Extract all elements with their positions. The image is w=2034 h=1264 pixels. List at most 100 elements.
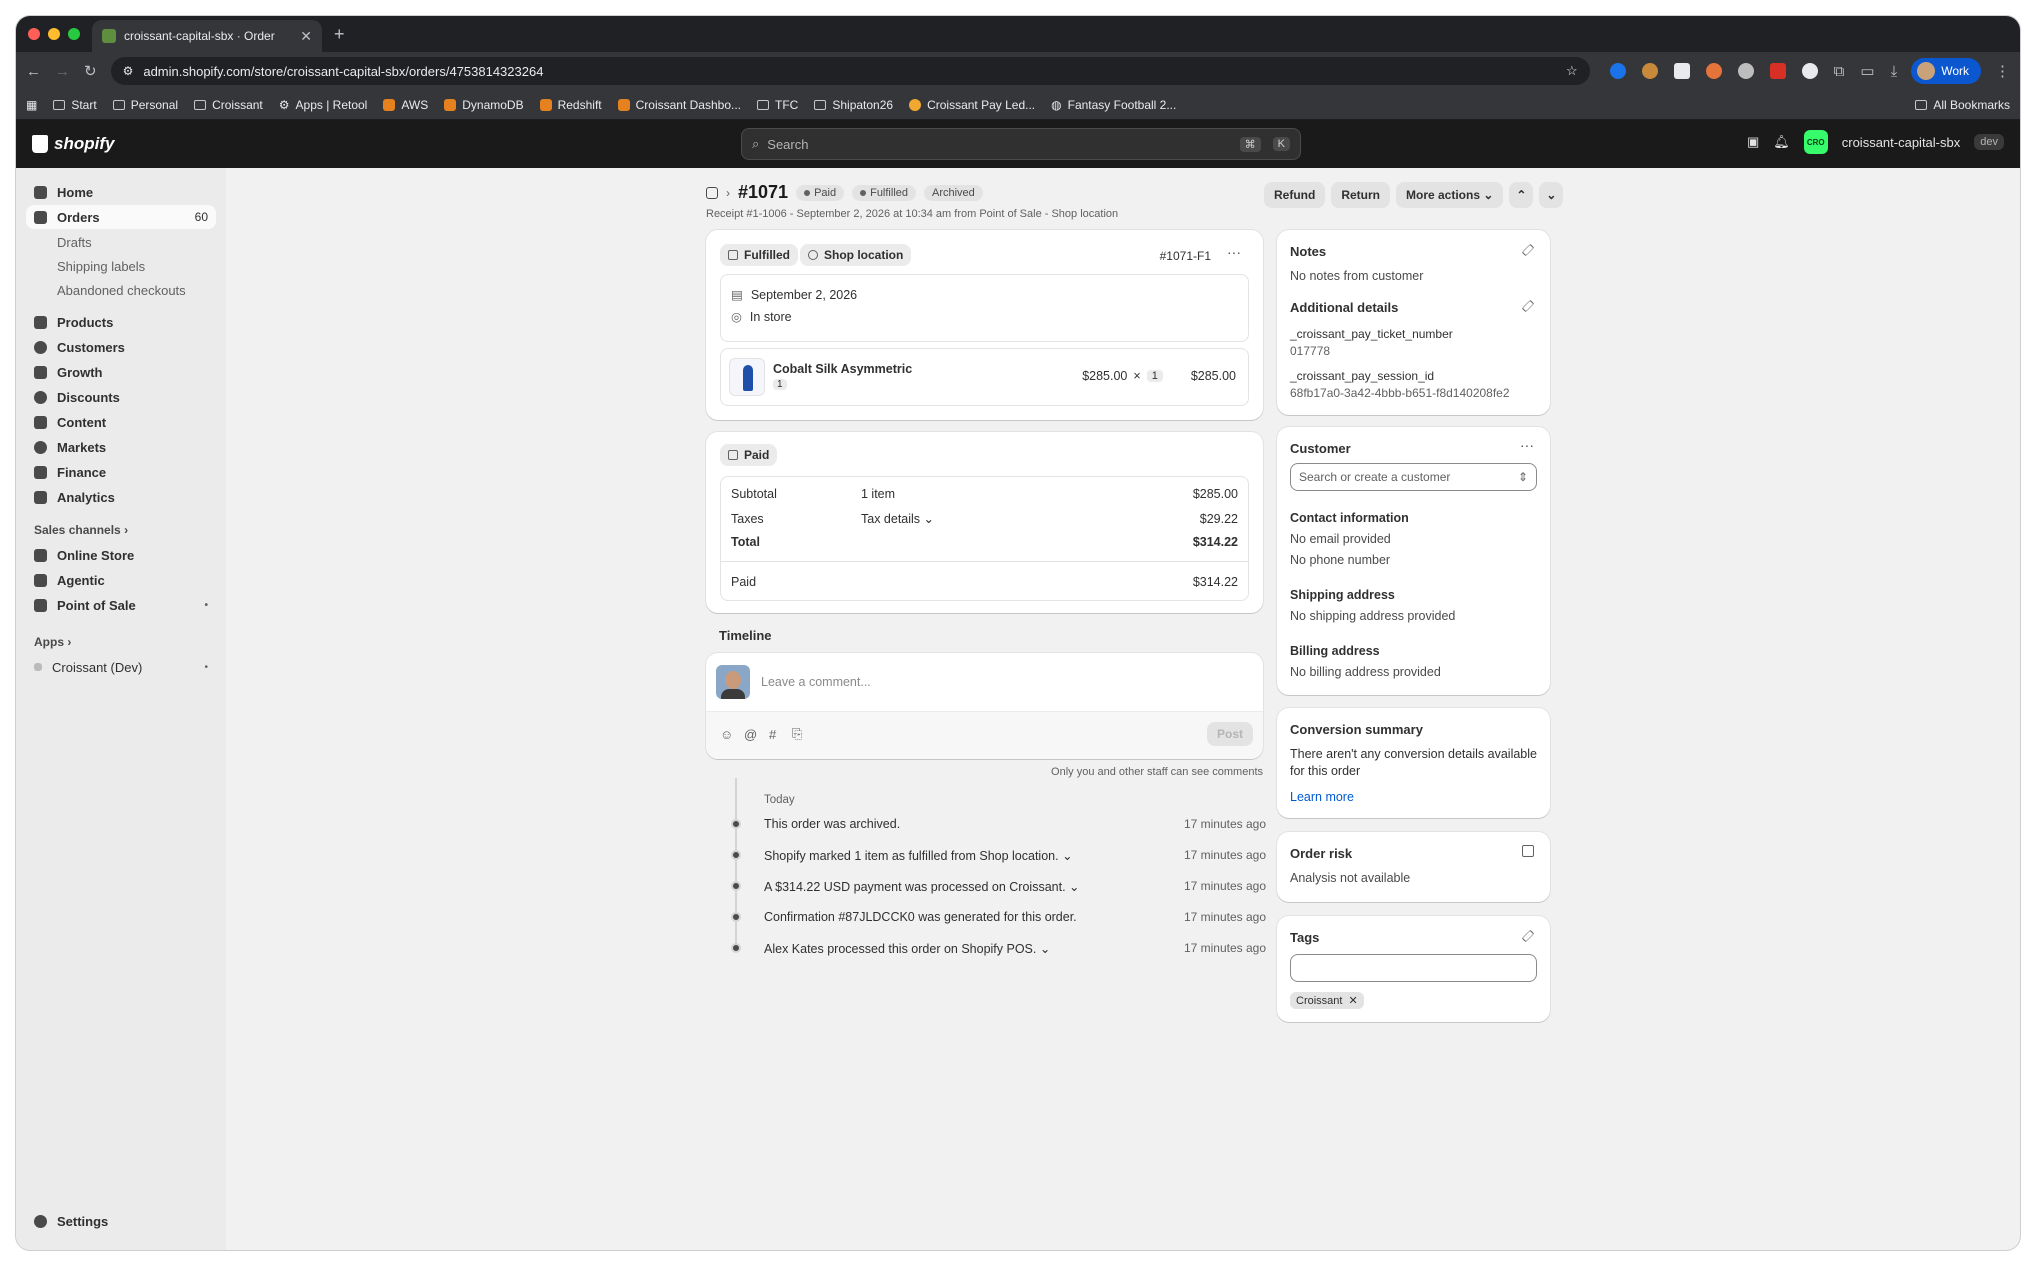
section-label: Sales channels [34,523,121,537]
bookmark-star-icon[interactable]: ☆ [1566,63,1578,79]
shopify-logo[interactable]: shopify [32,134,232,154]
emoji-icon[interactable]: ☺ [720,727,733,742]
bookmark-retool[interactable]: ⚙ Apps | Retool [279,98,368,112]
reload-icon[interactable]: ↻ [84,62,97,80]
bookmark-personal[interactable]: Personal [112,98,178,112]
comment-input[interactable]: Leave a comment... [761,675,871,689]
extension-icon[interactable] [1737,63,1754,79]
learn-more-link[interactable]: Learn more [1290,790,1354,804]
sidebar-item-croissant-dev[interactable]: Croissant (Dev) • [26,655,216,679]
customer-menu-icon[interactable]: ··· [1520,437,1534,453]
download-icon[interactable]: ⤓ [1891,63,1898,80]
timeline-event[interactable]: A $314.22 USD payment was processed on C… [706,876,1266,896]
remove-tag-icon[interactable]: ✕ [1348,994,1357,1007]
event-expandable[interactable]: A $314.22 USD payment was processed on C… [764,879,1080,894]
next-order-button[interactable]: ⌄ [1539,182,1564,208]
bookmark-croissant[interactable]: Croissant [194,98,263,112]
sidebar-item-agentic[interactable]: Agentic [26,568,216,592]
timeline-event[interactable]: Shopify marked 1 item as fulfilled from … [706,845,1266,865]
product-thumbnail[interactable] [729,358,765,396]
new-tab-icon[interactable]: + [334,24,345,45]
previous-order-button[interactable]: ⌃ [1509,182,1534,208]
tax-details-toggle[interactable]: Tax details ⌄ [861,511,1200,526]
bookmark-dynamodb[interactable]: DynamoDB [444,98,524,112]
sidebar-item-analytics[interactable]: Analytics [26,485,216,509]
maximize-window-button[interactable] [68,28,80,40]
bookmark-aws[interactable]: AWS [383,98,428,112]
sidebar-item-home[interactable]: Home [26,180,216,204]
extension-icon[interactable] [1769,63,1786,79]
sidebar-item-customers[interactable]: Customers [26,335,216,359]
risk-report-icon[interactable] [1522,845,1534,857]
store-name[interactable]: croissant-capital-sbx [1842,135,1961,150]
timeline-event[interactable]: Alex Kates processed this order on Shopi… [706,938,1266,958]
chevron-down-icon: ⌄ [1069,879,1080,894]
profile-button[interactable]: Work [1911,58,1981,84]
close-window-button[interactable] [28,28,40,40]
unit-price: $285.00 [1082,369,1128,383]
refund-button[interactable]: Refund [1264,182,1326,208]
sidebar-item-growth[interactable]: Growth [26,360,216,384]
search-input[interactable]: ⌕ Search ⌘ K [741,128,1301,160]
extensions-puzzle-icon[interactable]: ⧉ [1834,63,1845,80]
browser-menu-icon[interactable]: ⋮ [1995,62,2010,80]
fulfillment-menu-icon[interactable]: ··· [1227,244,1241,260]
sidebar-item-discounts[interactable]: Discounts [26,385,216,409]
back-icon[interactable]: ← [26,63,41,80]
bookmark-pay-ledger[interactable]: Croissant Pay Led... [909,98,1035,112]
inbox-icon[interactable]: ▣ [1747,134,1759,150]
tags-input[interactable] [1290,954,1537,982]
cast-icon[interactable]: ▭ [1860,62,1874,80]
forward-icon[interactable]: → [55,63,70,80]
hashtag-icon[interactable]: # [769,727,776,742]
apps-grid-icon[interactable]: ▦ [26,98,37,112]
apps-heading[interactable]: Apps › [26,635,216,649]
post-button[interactable]: Post [1206,722,1253,746]
edit-additional-details-button[interactable] [1521,299,1535,313]
sidebar-item-settings[interactable]: Settings [26,1209,216,1233]
bookmark-tfc[interactable]: TFC [757,98,798,112]
sidebar-item-products[interactable]: Products [26,310,216,334]
bookmark-fantasy[interactable]: ◍ Fantasy Football 2... [1051,98,1176,112]
browser-tab[interactable]: croissant-capital-sbx · Order ✕ [92,20,322,52]
close-tab-icon[interactable]: ✕ [300,28,312,45]
main-content: › #1071 Paid Fulfilled Archived Receipt … [226,168,2020,1250]
event-expandable[interactable]: Shopify marked 1 item as fulfilled from … [764,848,1073,863]
edit-notes-button[interactable] [1521,243,1535,257]
extension-icon[interactable] [1705,63,1722,79]
chart-icon [34,490,47,504]
bell-icon[interactable]: 🔔︎ [1773,134,1790,150]
sidebar-item-orders[interactable]: Orders 60 [26,205,216,229]
sales-channels-heading[interactable]: Sales channels › [26,523,216,537]
sidebar-item-finance[interactable]: Finance [26,460,216,484]
bookmark-redshift[interactable]: Redshift [539,98,602,112]
bookmark-dashboard[interactable]: Croissant Dashbo... [617,98,741,112]
extension-icon[interactable] [1673,63,1690,79]
sidebar-item-online-store[interactable]: Online Store [26,543,216,567]
extension-icon[interactable] [1801,63,1818,79]
bookmark-start[interactable]: Start [53,98,97,112]
bookmark-shipaton[interactable]: Shipaton26 [814,98,893,112]
more-actions-button[interactable]: More actions ⌄ [1396,182,1504,208]
sidebar-item-point-of-sale[interactable]: Point of Sale • [26,593,216,617]
sidebar-item-drafts[interactable]: Drafts [26,230,216,254]
attachment-icon[interactable]: ⎘ [792,726,802,742]
all-bookmarks[interactable]: All Bookmarks [1915,98,2010,112]
site-info-icon[interactable]: ⚙ [123,64,134,78]
sidebar-item-shipping-labels[interactable]: Shipping labels [26,254,216,278]
minimize-window-button[interactable] [48,28,60,40]
sidebar-item-abandoned-checkouts[interactable]: Abandoned checkouts [26,278,216,302]
orders-icon[interactable] [706,186,718,199]
mention-icon[interactable]: @ [744,727,757,742]
extension-icon[interactable] [1641,63,1658,79]
sidebar-item-content[interactable]: Content [26,410,216,434]
address-bar[interactable]: ⚙ admin.shopify.com/store/croissant-capi… [110,57,1590,85]
customer-search-input[interactable]: Search or create a customer ⇕ [1290,463,1537,491]
edit-tags-button[interactable] [1521,929,1535,943]
return-button[interactable]: Return [1331,182,1390,208]
store-avatar[interactable]: CRO [1803,130,1828,154]
sidebar-item-markets[interactable]: Markets [26,435,216,459]
extension-icon[interactable] [1609,63,1626,79]
event-expandable[interactable]: Alex Kates processed this order on Shopi… [764,941,1050,956]
product-name[interactable]: Cobalt Silk Asymmetric [773,362,912,376]
